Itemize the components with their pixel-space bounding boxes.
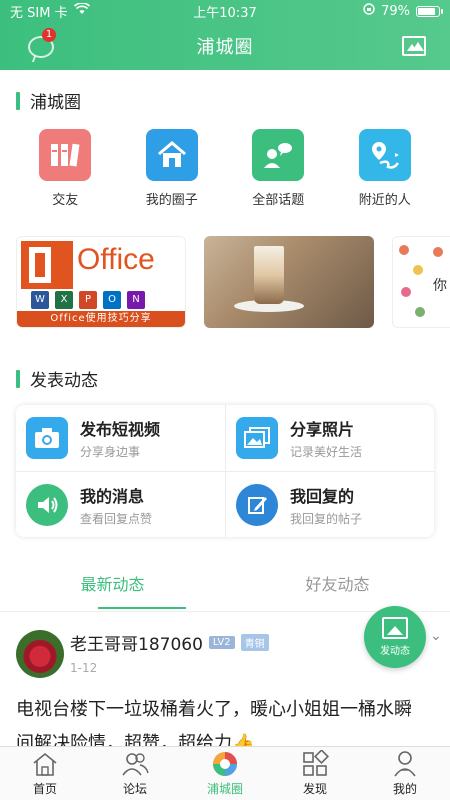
- page-title: 浦城圈: [196, 37, 254, 58]
- books-icon: [39, 129, 92, 181]
- publish-item-subtitle: 查看回复点赞: [80, 511, 153, 526]
- shortcut-label: 我的圈子: [145, 193, 198, 208]
- carrier-label: 无 SIM 卡: [10, 5, 68, 21]
- tab-mine[interactable]: 我的: [360, 747, 450, 800]
- level-badge: LV2: [208, 636, 235, 649]
- home-icon: [145, 129, 198, 181]
- section-title: 发表动态: [0, 366, 450, 391]
- nav-bar: 1 浦城圈: [0, 22, 450, 70]
- post-status-button[interactable]: 发动态: [364, 606, 426, 668]
- office-logo: [21, 241, 73, 289]
- status-bar: 无 SIM 卡 上午10:37 79%: [0, 0, 450, 22]
- photo-icon: [382, 617, 408, 639]
- office-app-icons: W X P O N: [31, 291, 145, 309]
- post-status-label: 发动态: [380, 646, 410, 657]
- active-tab-indicator: [98, 607, 186, 609]
- edit-icon: [236, 483, 278, 526]
- powerpoint-app-icon: P: [79, 291, 97, 309]
- shortcut-label: 附近的人: [358, 193, 411, 208]
- tab-label: 首页: [32, 782, 57, 796]
- tab-latest[interactable]: 最新动态: [0, 567, 225, 611]
- tab-home[interactable]: 首页: [0, 747, 90, 800]
- tab-label: 浦城圈: [206, 782, 243, 796]
- flowers-text: 你: [433, 275, 450, 297]
- circle-section: 浦城圈 交友 我的圈子 全部话题 附近的人 Office W X P O N O…: [0, 70, 450, 332]
- section-title: 浦城圈: [0, 88, 450, 113]
- my-messages-button[interactable]: 我的消息 查看回复点赞: [16, 471, 225, 537]
- circle-shortcuts: 交友 我的圈子 全部话题 附近的人: [0, 129, 450, 208]
- speaker-icon: [26, 483, 68, 526]
- office-caption: Office使用技巧分享: [17, 311, 185, 327]
- publish-section: 发表动态 发布短视频 分享身边事 分享照片 记录美好生活 我的消息 查看回复点赞…: [0, 366, 450, 537]
- rank-badge: 青铜: [240, 634, 269, 651]
- tab-label: 发现: [302, 782, 327, 796]
- section-accent-bar: [16, 369, 20, 388]
- excel-app-icon: X: [55, 291, 73, 309]
- latte-glass-shape: [254, 246, 284, 304]
- section-title-text: 浦城圈: [30, 93, 81, 113]
- tab-forum[interactable]: 论坛: [90, 747, 180, 800]
- orientation-lock-icon: [363, 3, 375, 19]
- photo-icon: [236, 417, 278, 459]
- person-icon: [390, 750, 420, 778]
- tab-pucheng-circle[interactable]: 浦城圈: [180, 747, 270, 800]
- banner-coffee[interactable]: [204, 236, 374, 328]
- location-route-icon: [358, 129, 411, 181]
- section-title-text: 发表动态: [30, 371, 98, 391]
- tab-label: 论坛: [122, 782, 147, 796]
- shortcut-label: 全部话题: [252, 193, 305, 208]
- publish-item-title: 发布短视频: [80, 420, 161, 439]
- battery-icon: [416, 5, 443, 17]
- feed-tabs: 最新动态 好友动态: [0, 567, 450, 611]
- flower-shape: [433, 247, 443, 257]
- chat-people-icon: [252, 129, 305, 181]
- post-username[interactable]: 老王哥哥187060: [70, 630, 203, 655]
- share-photo-button[interactable]: 分享照片 记录美好生活: [225, 405, 434, 471]
- gallery-icon[interactable]: [402, 36, 426, 56]
- onenote-app-icon: N: [127, 291, 145, 309]
- publish-item-subtitle: 分享身边事: [80, 445, 141, 459]
- tab-discover[interactable]: 发现: [270, 747, 360, 800]
- camera-icon: [26, 417, 68, 459]
- banner-office[interactable]: Office W X P O N Office使用技巧分享: [16, 236, 186, 328]
- shortcut-my-circle[interactable]: 我的圈子: [127, 129, 217, 208]
- shortcut-nearby[interactable]: 附近的人: [340, 129, 430, 208]
- shortcut-label: 交友: [52, 193, 79, 208]
- publish-item-subtitle: 记录美好生活: [290, 445, 363, 459]
- banner-flowers[interactable]: 你: [392, 236, 450, 328]
- tab-friends[interactable]: 好友动态: [225, 567, 450, 611]
- bottom-tab-bar: 首页 论坛 浦城圈 发现 我的: [0, 746, 450, 800]
- header: 无 SIM 卡 上午10:37 79% 1 浦城圈: [0, 0, 450, 70]
- wifi-icon: [73, 2, 90, 19]
- flower-shape: [415, 307, 425, 317]
- banner-carousel[interactable]: Office W X P O N Office使用技巧分享 你: [0, 236, 450, 332]
- shortcut-all-topics[interactable]: 全部话题: [233, 129, 323, 208]
- publish-item-title: 我的消息: [80, 486, 145, 506]
- word-app-icon: W: [31, 291, 49, 309]
- publish-actions-card: 发布短视频 分享身边事 分享照片 记录美好生活 我的消息 查看回复点赞 我回复的…: [16, 405, 434, 537]
- chevron-down-icon[interactable]: ⌄: [430, 628, 442, 644]
- shortcut-friends[interactable]: 交友: [20, 129, 110, 208]
- publish-item-subtitle: 我回复的帖子: [290, 511, 363, 526]
- flower-shape: [401, 287, 411, 297]
- publish-item-title: 我回复的: [290, 486, 355, 506]
- publish-item-title: 分享照片: [290, 420, 355, 439]
- office-title: Office: [77, 243, 155, 276]
- camera-aperture-icon: [210, 750, 240, 778]
- outlook-app-icon: O: [103, 291, 121, 309]
- flower-shape: [413, 265, 423, 275]
- my-replies-button[interactable]: 我回复的 我回复的帖子: [225, 471, 434, 537]
- avatar[interactable]: [16, 630, 64, 678]
- grid-icon: [300, 750, 330, 778]
- section-accent-bar: [16, 91, 20, 110]
- battery-percent: 79%: [381, 3, 410, 19]
- publish-video-button[interactable]: 发布短视频 分享身边事: [16, 405, 225, 471]
- tab-label: 我的: [392, 782, 417, 796]
- users-icon: [120, 750, 150, 778]
- post-body: 电视台楼下一垃圾桶着火了，暖心小姐姐一桶水瞬间解决险情，超赞，超给力👍: [16, 699, 412, 746]
- home-outline-icon: [30, 750, 60, 778]
- flower-shape: [399, 245, 409, 255]
